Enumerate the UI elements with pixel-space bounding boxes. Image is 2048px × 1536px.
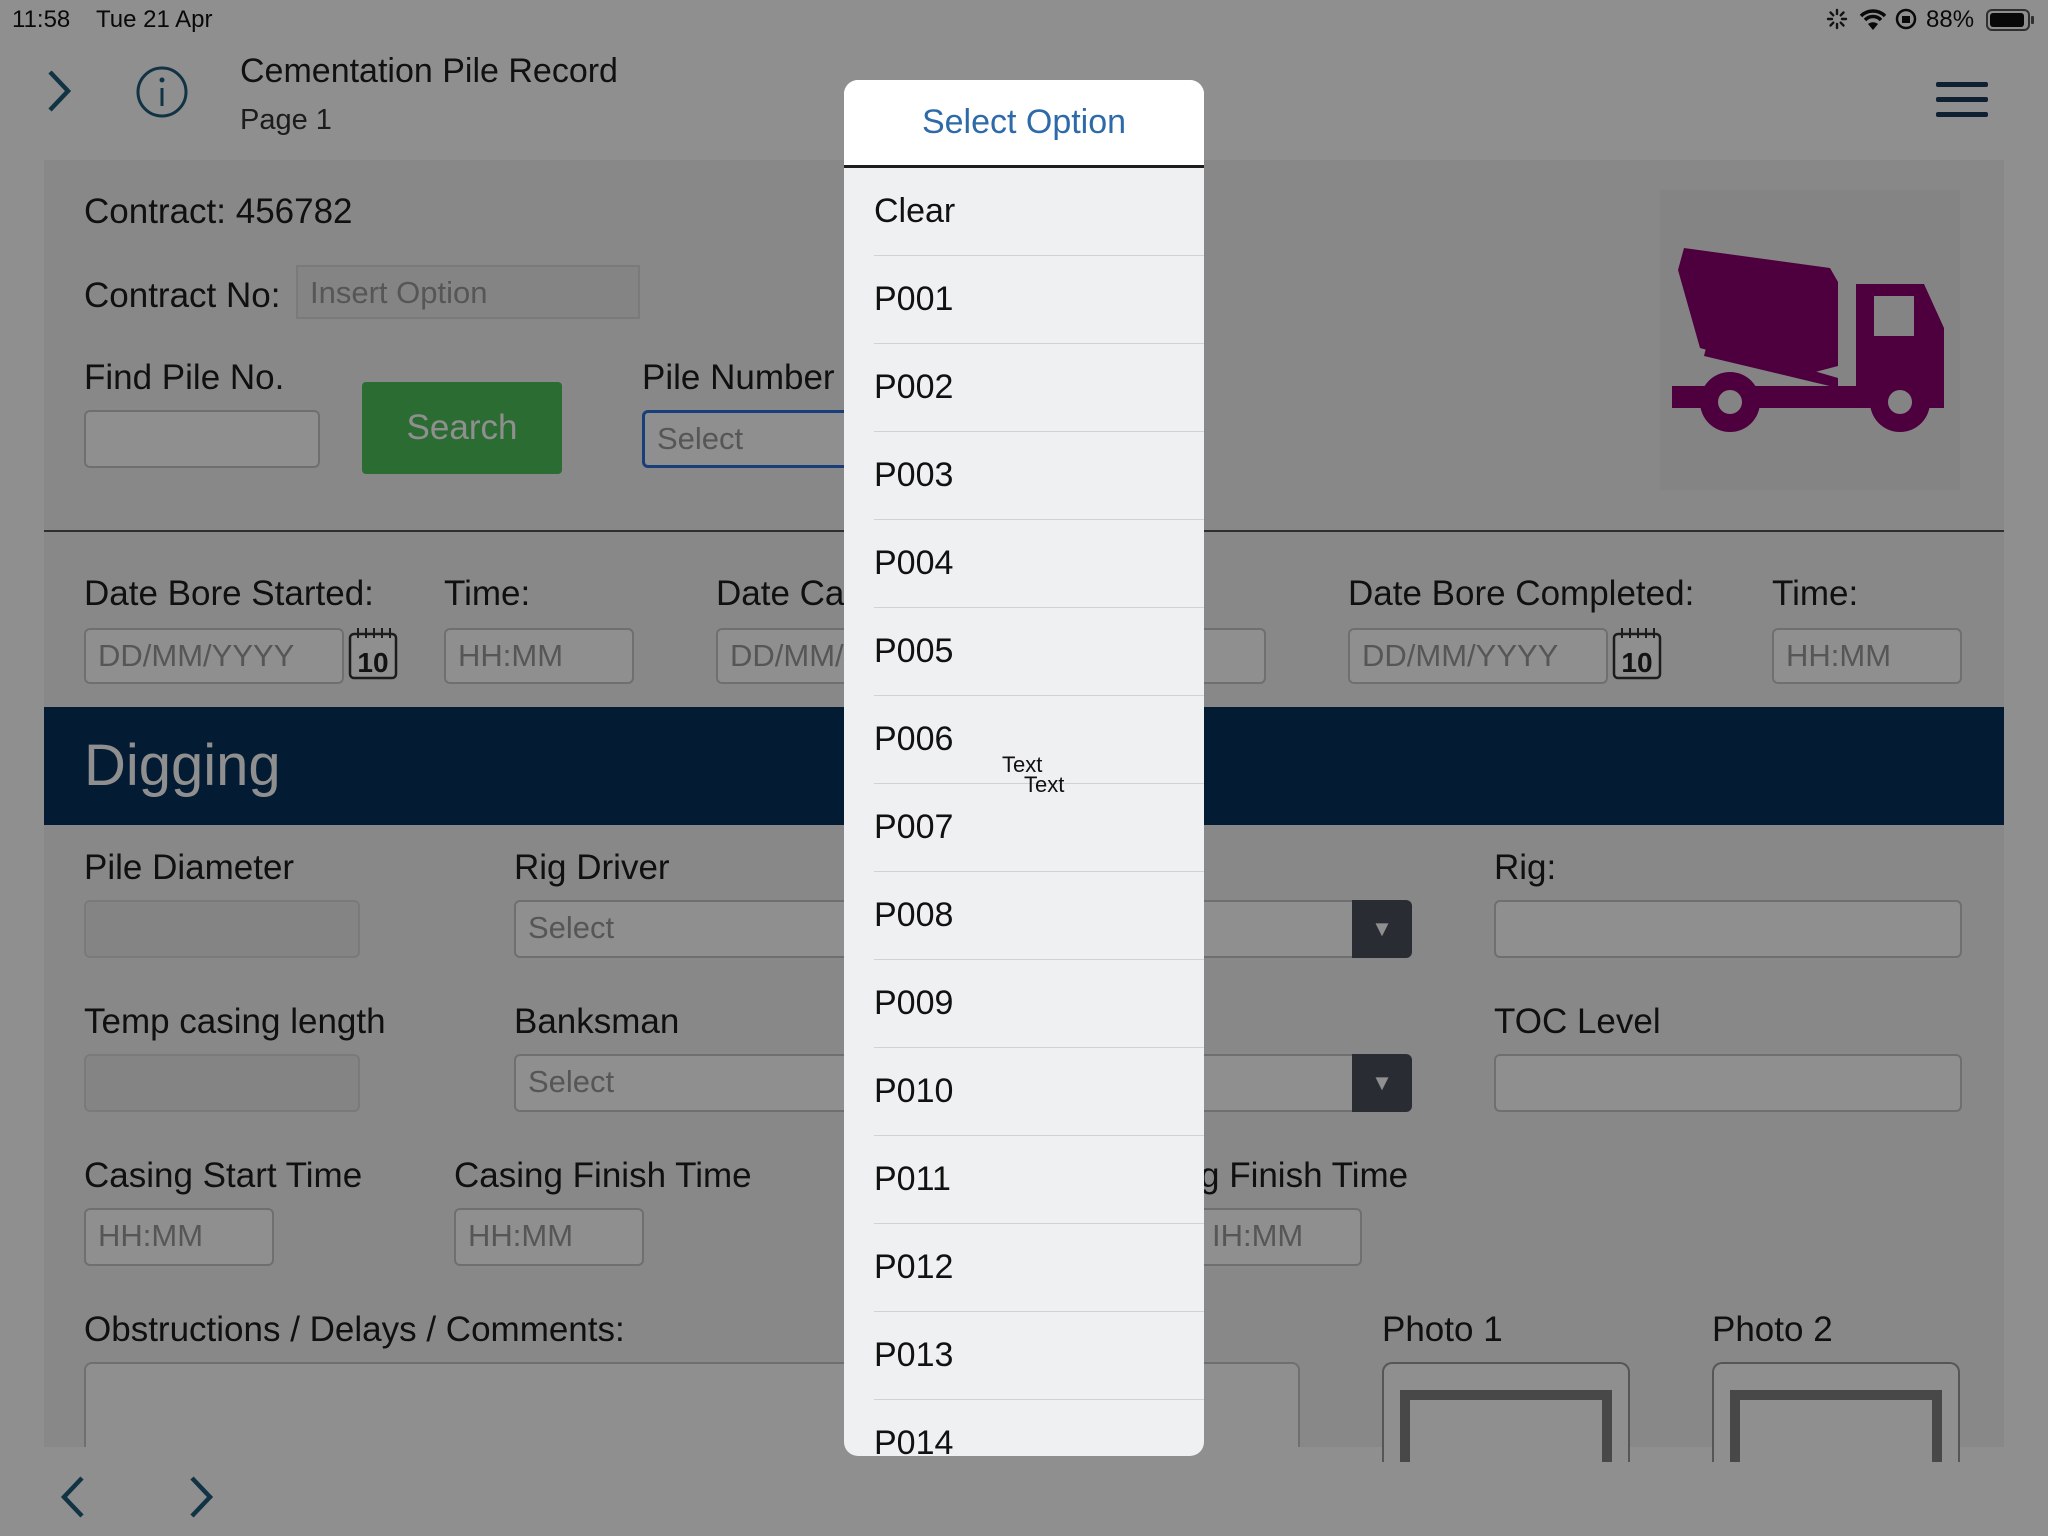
option-item[interactable]: P001 [874, 256, 1204, 344]
option-item[interactable]: P011 [874, 1136, 1204, 1224]
option-item[interactable]: P013 [874, 1312, 1204, 1400]
option-item[interactable]: P009 [874, 960, 1204, 1048]
select-option-popup: Select Option Clear P001 P002 P003 P004 … [844, 80, 1204, 1456]
option-item[interactable]: P002 [874, 344, 1204, 432]
option-item[interactable]: Clear [874, 168, 1204, 256]
option-item[interactable]: P005 [874, 608, 1204, 696]
floating-text: Text [1024, 772, 1065, 797]
popup-title: Select Option [844, 80, 1204, 168]
option-item[interactable]: P008 [874, 872, 1204, 960]
option-item[interactable]: P010 [874, 1048, 1204, 1136]
option-item[interactable]: P003 [874, 432, 1204, 520]
option-item[interactable]: P012 [874, 1224, 1204, 1312]
option-item[interactable]: P004 [874, 520, 1204, 608]
option-item[interactable]: P014 [874, 1400, 1204, 1456]
